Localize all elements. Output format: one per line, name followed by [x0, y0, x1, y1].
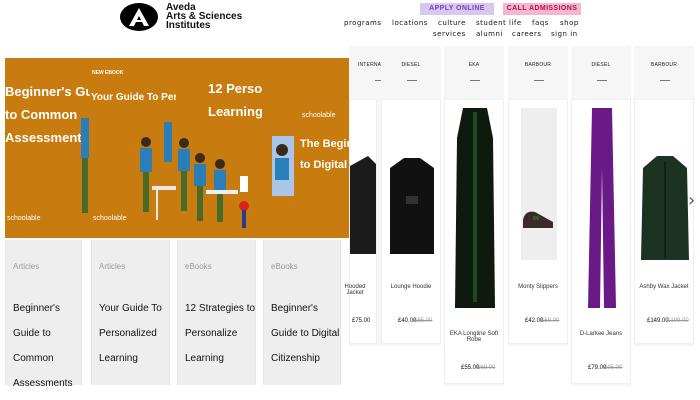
logo-a-glyph — [129, 8, 149, 26]
ebook-card-3-hero[interactable]: 12 Personali Learning Stra — [176, 58, 262, 238]
hero-illustration-figure — [81, 118, 89, 213]
product-was-price: £59.00 — [541, 318, 560, 324]
ebook-hero-brand: schoolable — [7, 215, 41, 222]
product-card-3[interactable]: EKA EKA Longline Soft Robe £55.00 £69.00 — [444, 46, 504, 386]
product-card-5[interactable]: DIESEL D-Larkee Jeans £79.00 £95.00 — [571, 46, 631, 386]
brand-name[interactable]: Aveda Arts & Sciences Institutes — [166, 3, 242, 31]
ebook-hero-brand: schoolable — [302, 112, 336, 119]
product-image-frame: Lounge Hoodie £40.00 £65.00 — [381, 99, 441, 344]
hero-illustration-student — [272, 136, 294, 196]
product-divider — [534, 80, 544, 81]
ebook-hero-title: 12 Personali Learning Stra — [208, 81, 262, 119]
product-image-jacket — [350, 156, 376, 254]
nav-locations[interactable]: locations — [392, 19, 428, 27]
product-divider — [597, 80, 607, 81]
ebook-card-1-hero[interactable]: Beginner's Guide to Common Assessments s… — [5, 58, 90, 238]
ebook-title[interactable]: Beginner's Guide to Common Assessments — [13, 296, 89, 396]
product-price: £75.00 — [352, 318, 371, 324]
product-image-frame: Hooded Jacket £75.00 — [344, 99, 377, 344]
product-card-6[interactable]: BARBOUR Ashby Wax Jacket £149.00 £199.00 — [634, 46, 694, 346]
product-image-backdrop — [521, 108, 557, 260]
ebook-category: Articles — [13, 262, 40, 271]
product-name: Monty Slippers — [518, 284, 558, 290]
product-brand: BARBOUR — [650, 62, 678, 68]
product-divider — [660, 80, 670, 81]
ebook-card-2[interactable]: Articles Your Guide To Personalized Lear… — [91, 240, 170, 385]
hero-illustration-classroom — [178, 138, 249, 228]
product-image-frame: Ashby Wax Jacket £149.00 £199.00 — [634, 99, 694, 344]
product-name: EKA Longline Soft Robe — [449, 331, 499, 343]
product-image-frame: D-Larkee Jeans £79.00 £95.00 — [571, 99, 631, 384]
product-name: Lounge Hoodie — [390, 284, 432, 290]
product-image-robe — [455, 108, 495, 308]
apply-online-button[interactable]: APPLY ONLINE — [420, 3, 494, 15]
ebook-card-4[interactable]: eBooks Beginner's Guide to Digital Citiz… — [263, 240, 341, 385]
product-was-price: £95.00 — [604, 365, 623, 371]
chevron-right-icon[interactable]: › — [688, 190, 695, 211]
product-name: Hooded Jacket — [344, 284, 366, 296]
ebook-title[interactable]: Beginner's Guide to Digital Citizenship — [271, 296, 347, 371]
product-image-hoodie — [390, 158, 434, 254]
product-name: Ashby Wax Jacket — [639, 284, 689, 290]
product-brand: DIESEL — [401, 62, 421, 68]
product-brand: EKA — [468, 62, 480, 68]
product-image-slippers — [523, 211, 553, 228]
ebook-hero-title: Your Guide To Personalized L — [91, 92, 176, 103]
ebook-category: eBooks — [271, 262, 298, 271]
nav-sign-in[interactable]: sign in — [551, 30, 578, 38]
nav-faqs[interactable]: faqs — [532, 19, 549, 27]
ebook-title[interactable]: 12 Strategies to Personalize Learning — [185, 296, 261, 371]
product-image-wax-jacket — [641, 156, 689, 260]
product-was-price: £69.00 — [477, 365, 496, 371]
product-card-4[interactable]: BARBOUR Monty Slippers £42.00 £59.00 — [508, 46, 568, 346]
ebook-category: Articles — [99, 262, 126, 271]
product-image-frame: Monty Slippers £42.00 £59.00 — [508, 99, 568, 344]
product-card-2[interactable]: DIESEL Lounge Hoodie £40.00 £65.00 — [381, 46, 441, 346]
nav-student-life[interactable]: student life — [476, 19, 522, 27]
product-price: £149.00 — [647, 318, 669, 324]
ebook-hero-title: The Beginner's to Digital Citiz — [300, 138, 349, 171]
nav-alumni[interactable]: alumni — [476, 30, 503, 38]
ebook-hero-tag: NEW EBOOK — [92, 70, 124, 76]
product-name: D-Larkee Jeans — [579, 331, 623, 337]
nav-services[interactable]: services — [433, 30, 466, 38]
nav-shop[interactable]: shop — [560, 19, 579, 27]
product-image-frame: EKA Longline Soft Robe £55.00 £69.00 — [444, 99, 504, 384]
product-brand: DIESEL — [591, 62, 611, 68]
ebook-card-4-hero[interactable]: schoolable The Beginner's to Digital Cit… — [262, 58, 349, 238]
logo-icon[interactable] — [120, 3, 158, 31]
brand-line-3: Institutes — [166, 20, 211, 31]
ebook-card-2-hero[interactable]: NEW EBOOK Your Guide To Personalized L s… — [90, 58, 176, 238]
ebook-title[interactable]: Your Guide To Personalized Learning — [99, 296, 175, 371]
ebook-hero-brand: schoolable — [93, 215, 127, 222]
ebook-category: eBooks — [185, 262, 212, 271]
product-was-price: £65.00 — [414, 318, 433, 324]
product-divider — [470, 80, 480, 81]
ebook-card-1[interactable]: Articles Beginner's Guide to Common Asse… — [5, 240, 82, 389]
call-admissions-button[interactable]: CALL ADMISSIONS — [503, 3, 581, 15]
product-divider — [407, 80, 417, 81]
product-image-jeans — [588, 108, 616, 308]
product-was-price: £199.00 — [667, 318, 689, 324]
nav-careers[interactable]: careers — [512, 30, 542, 38]
nav-culture[interactable]: culture — [438, 19, 466, 27]
ebook-hero-title: Beginner's Guide to Common Assessments — [5, 84, 90, 145]
nav-programs[interactable]: programs — [344, 19, 382, 27]
ebook-card-3[interactable]: eBooks 12 Strategies to Personalize Lear… — [177, 240, 256, 385]
hero-illustration-people — [140, 122, 176, 220]
product-brand: BARBOUR — [524, 62, 552, 68]
